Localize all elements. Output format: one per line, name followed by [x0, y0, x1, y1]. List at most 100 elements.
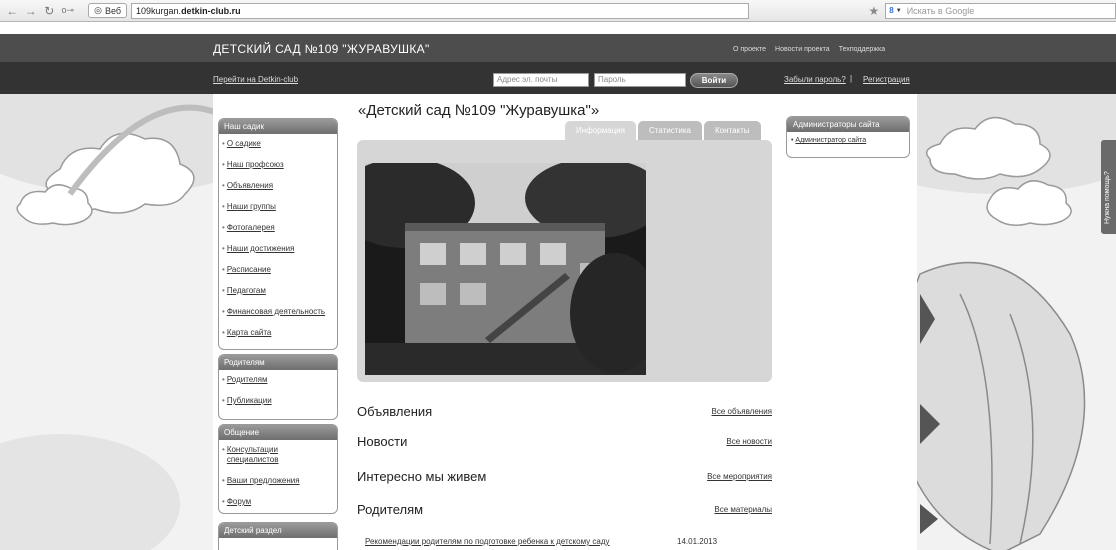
menu-item-label[interactable]: Ваши предложения: [227, 476, 300, 486]
search-placeholder: Искать в Google: [906, 5, 975, 16]
menu-item-label[interactable]: Педагогам: [227, 286, 266, 296]
info-tabs: Информация Статистика Контакты: [565, 121, 761, 140]
bullet-icon: •: [222, 139, 225, 148]
star-icon[interactable]: ★: [869, 4, 880, 18]
admin-item-label[interactable]: Администратор сайта: [795, 137, 866, 144]
admin-item[interactable]: • Администратор сайта: [787, 132, 909, 144]
menu-item-label[interactable]: Расписание: [227, 265, 271, 275]
page-title: «Детский сад №109 "Журавушка"»: [358, 102, 600, 119]
register-link[interactable]: Регистрация: [863, 75, 910, 84]
search-engine-selector[interactable]: 8 ▼: [885, 2, 905, 19]
help-tab-label: Нужна помощь?: [1104, 171, 1111, 224]
menu-item-label[interactable]: Финансовая деятельность: [227, 307, 325, 317]
url-prefix: 109kurgan.: [136, 5, 182, 16]
menu-item-finance[interactable]: • Финансовая деятельность: [219, 302, 337, 323]
menu-item-forum[interactable]: • Форум: [219, 492, 337, 513]
web-tab[interactable]: ◎ Веб: [88, 3, 128, 18]
bullet-icon: •: [222, 286, 225, 295]
bullet-icon: •: [222, 396, 225, 405]
email-field[interactable]: Адрес эл. почты: [493, 73, 589, 87]
menu-item-label[interactable]: Наш профсоюз: [227, 160, 284, 170]
help-tab[interactable]: Нужна помощь?: [1101, 140, 1116, 234]
section-link[interactable]: Все материалы: [714, 505, 772, 514]
admins-box: Администраторы сайта • Администратор сай…: [786, 116, 910, 158]
section-link[interactable]: Все объявления: [711, 407, 772, 416]
tab-statistics[interactable]: Статистика: [637, 121, 702, 140]
section-title: Родителям: [357, 502, 424, 517]
search-input[interactable]: Искать в Google: [904, 2, 1116, 19]
menu-communication: Общение • Консультации специалистов • Ваши…: [218, 424, 338, 514]
menu-item-groups[interactable]: • Наши группы: [219, 197, 337, 218]
menu-item-label[interactable]: Карта сайта: [227, 328, 272, 338]
menu-kids: Детский раздел: [218, 522, 338, 550]
menu-item-label[interactable]: Публикации: [227, 396, 272, 406]
section-title: Новости: [357, 434, 408, 449]
google-icon: 8: [889, 6, 894, 15]
menu-item-label[interactable]: Объявления: [227, 181, 273, 191]
menu-item-sitemap[interactable]: • Карта сайта: [219, 323, 337, 344]
menu-our-kindergarten: Наш садик • О садике • Наш профсоюз • Объяв…: [218, 118, 338, 350]
menu-item-consultations[interactable]: • Консультации специалистов: [219, 440, 337, 471]
globe-icon: ◎: [94, 5, 102, 15]
section-announcements: Объявления Все объявления: [357, 404, 772, 424]
header-link-support[interactable]: Техподдержка: [839, 46, 885, 53]
email-placeholder: Адрес эл. почты: [497, 75, 558, 84]
browser-toolbar: ← → ↻ o⊸ ◎ Веб 109kurgan. detkin-club.ru …: [0, 0, 1116, 22]
go-detkin-link[interactable]: Перейти на Detkin-club: [213, 75, 298, 84]
bullet-icon: •: [222, 160, 225, 169]
forgot-password-link[interactable]: Забыли пароль?: [784, 75, 846, 84]
site-title[interactable]: ДЕТСКИЙ САД №109 "ЖУРАВУШКА": [213, 42, 430, 56]
login-button[interactable]: Войти: [690, 73, 738, 88]
tab-information[interactable]: Информация: [565, 121, 636, 140]
menu-item-label[interactable]: Наши группы: [227, 202, 276, 212]
bullet-icon: •: [222, 445, 225, 454]
key-icon[interactable]: o⊸: [62, 4, 75, 18]
arrow-left-icon[interactable]: ←: [6, 4, 19, 18]
menu-item-suggestions[interactable]: • Ваши предложения: [219, 471, 337, 492]
menu-item-teachers[interactable]: • Педагогам: [219, 281, 337, 302]
tab-contacts[interactable]: Контакты: [704, 121, 761, 140]
menu-title: Наш садик: [219, 119, 337, 134]
section-title: Интересно мы живем: [357, 469, 487, 484]
bullet-icon: •: [791, 137, 794, 144]
header-link-about[interactable]: О проекте: [733, 46, 766, 53]
header-links: О проекте Новости проекта Техподдержка: [733, 46, 885, 53]
menu-item-gallery[interactable]: • Фотогалерея: [219, 218, 337, 239]
section-link[interactable]: Все новости: [726, 437, 772, 446]
menu-item-achievements[interactable]: • Наши достижения: [219, 239, 337, 260]
menu-item-label[interactable]: Фотогалерея: [227, 223, 275, 233]
bullet-icon: •: [222, 497, 225, 506]
content-frame: Наш садик • О садике • Наш профсоюз • Объяв…: [213, 94, 917, 550]
bullet-icon: •: [222, 244, 225, 253]
news-title-link[interactable]: Рекомендации родителям по подготовке реб…: [365, 537, 610, 546]
menu-item-label[interactable]: Форум: [227, 497, 251, 507]
menu-item-announcements[interactable]: • Объявления: [219, 176, 337, 197]
menu-title: Общение: [219, 425, 337, 440]
menu-item-trade-union[interactable]: • Наш профсоюз: [219, 155, 337, 176]
arrow-right-icon[interactable]: →: [25, 4, 38, 18]
chevron-down-icon: ▼: [895, 7, 902, 14]
header-link-news[interactable]: Новости проекта: [775, 46, 830, 53]
bullet-icon: •: [222, 328, 225, 337]
menu-item-label[interactable]: Консультации специалистов: [227, 445, 297, 465]
password-placeholder: Пароль: [598, 75, 626, 84]
menu-item-label[interactable]: Родителям: [227, 375, 268, 385]
menu-item-label[interactable]: Наши достижения: [227, 244, 295, 254]
address-bar[interactable]: 109kurgan. detkin-club.ru: [131, 2, 749, 19]
news-date: 14.01.2013: [677, 537, 718, 546]
kindergarten-photo: [365, 163, 646, 375]
menu-parents: Родителям • Родителям • Публикации: [218, 354, 338, 420]
section-link[interactable]: Все мероприятия: [707, 472, 772, 481]
menu-item-about[interactable]: • О садике: [219, 134, 337, 155]
url-domain: detkin-club.ru: [181, 5, 241, 16]
bullet-icon: •: [222, 181, 225, 190]
menu-item-publications[interactable]: • Публикации: [219, 391, 337, 412]
section-news: Новости Все новости: [357, 434, 772, 454]
menu-item-schedule[interactable]: • Расписание: [219, 260, 337, 281]
password-field[interactable]: Пароль: [594, 73, 686, 87]
reload-icon[interactable]: ↻: [43, 4, 56, 18]
menu-item-parents[interactable]: • Родителям: [219, 370, 337, 391]
menu-item-label[interactable]: О садике: [227, 139, 261, 149]
login-bar: Перейти на Detkin-club Адрес эл. почты П…: [0, 62, 1116, 94]
site-header: ДЕТСКИЙ САД №109 "ЖУРАВУШКА" О проекте Н…: [0, 34, 1116, 62]
